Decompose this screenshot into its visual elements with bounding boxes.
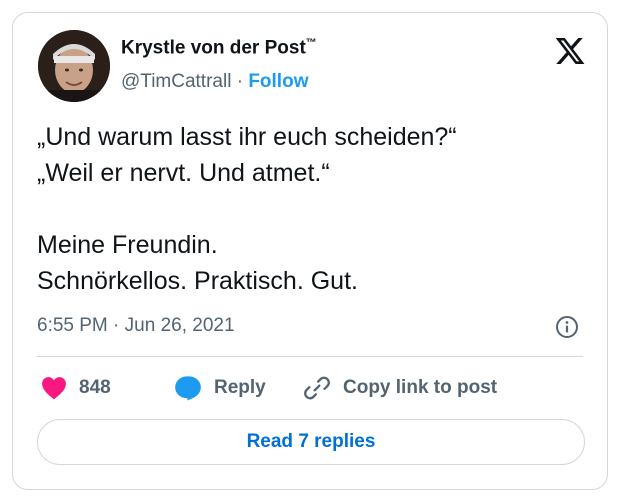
- like-count: 848: [79, 377, 111, 398]
- tweet-line: „Weil er nervt. Und atmet.“: [37, 159, 330, 187]
- tweet-line: „Und warum lasst ihr euch scheiden?“: [37, 123, 457, 151]
- x-logo-icon[interactable]: [553, 35, 587, 67]
- avatar-photo-icon: [38, 30, 110, 102]
- avatar[interactable]: [38, 30, 110, 102]
- copy-link-button[interactable]: Copy link to post: [303, 373, 497, 403]
- copy-link-label: Copy link to post: [343, 377, 498, 398]
- tweet-text: „Und warum lasst ihr euch scheiden?“ „We…: [37, 119, 587, 299]
- read-replies-button[interactable]: Read 7 replies: [37, 419, 585, 465]
- tweet-timestamp[interactable]: 6:55 PM · Jun 26, 2021: [37, 315, 235, 337]
- heart-icon: [42, 377, 66, 400]
- reply-label: Reply: [214, 377, 266, 398]
- meta-separator: ·: [113, 315, 120, 336]
- info-icon[interactable]: [555, 315, 579, 339]
- author-name[interactable]: Krystle von der Post™: [121, 37, 317, 59]
- handle-separator: ·: [236, 71, 244, 92]
- action-bar: 848 Reply Copy link to post: [37, 373, 587, 403]
- divider: [37, 356, 583, 357]
- trademark-mark: ™: [305, 37, 317, 49]
- tweet-line: Meine Freundin.: [37, 231, 218, 259]
- tweet-card: Krystle von der Post™ @TimCattrall · Fol…: [12, 12, 608, 490]
- author-display-name: Krystle von der Post: [121, 37, 306, 59]
- reply-button[interactable]: Reply: [174, 373, 266, 403]
- link-icon: [304, 376, 330, 400]
- author-handle-row: @TimCattrall · Follow: [121, 71, 308, 93]
- tweet-time: 6:55 PM: [37, 315, 108, 336]
- tweet-date: Jun 26, 2021: [124, 315, 235, 336]
- like-button[interactable]: 848: [41, 373, 111, 403]
- tweet-line: Schnörkellos. Praktisch. Gut.: [37, 267, 358, 295]
- reply-bubble-icon: [175, 376, 201, 401]
- follow-button[interactable]: Follow: [248, 71, 308, 92]
- tweet-line: [37, 191, 587, 227]
- author-handle[interactable]: @TimCattrall: [121, 71, 231, 92]
- read-replies-label: Read 7 replies: [246, 431, 376, 452]
